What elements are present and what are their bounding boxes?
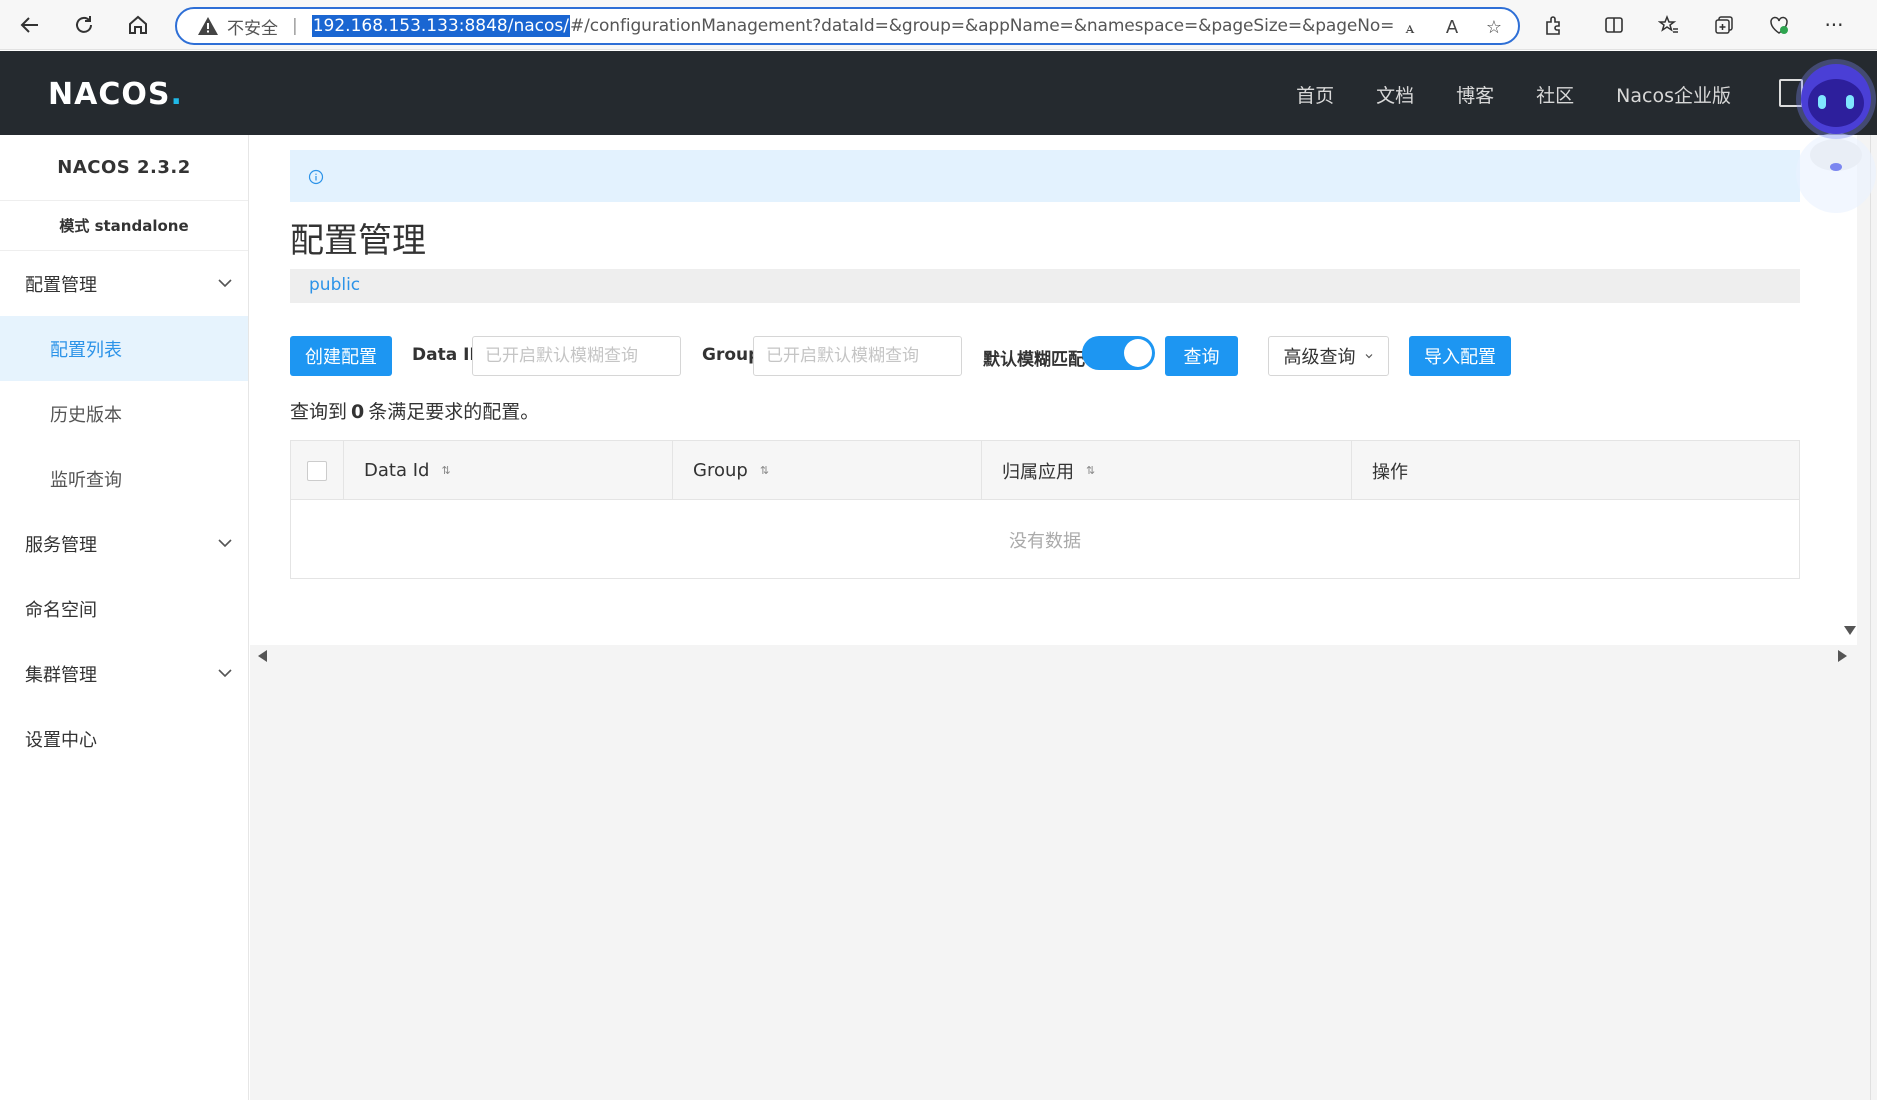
extensions-icon[interactable] (1535, 7, 1571, 43)
warning-icon (198, 17, 218, 35)
empty-state: 没有数据 (1009, 531, 1081, 552)
chevron-down-icon (218, 669, 232, 678)
favorite-star-icon[interactable]: ☆ (1480, 13, 1508, 41)
config-table: Data Id ⇅ Group ⇅ 归属应用 ⇅ 操作 没有数据 (290, 440, 1800, 579)
sidebar-item-label: 集群管理 (25, 664, 97, 686)
result-count: 0 (351, 401, 365, 423)
scroll-left-icon[interactable] (258, 650, 267, 662)
sidebar-item-history[interactable]: 历史版本 (0, 381, 248, 446)
address-separator: | (292, 16, 298, 36)
nav-blog[interactable]: 博客 (1456, 81, 1494, 108)
result-summary: 查询到 0 条满足要求的配置。 (290, 401, 540, 423)
nacos-logo[interactable]: NACOS. (48, 77, 183, 112)
browser-chrome: 不安全 | 192.168.153.133:8848/nacos/ #/conf… (0, 0, 1877, 50)
import-config-button[interactable]: 导入配置 (1409, 336, 1511, 376)
sidebar-item-label: 监听查询 (50, 469, 122, 491)
main-content: 配置管理 public 创建配置 Data ID Group 默认模糊匹配 查询… (250, 135, 1877, 1100)
sort-icon[interactable]: ⇅ (1086, 464, 1095, 477)
search-button[interactable]: 查询 (1165, 336, 1238, 376)
version-title: NACOS 2.3.2 (0, 135, 248, 201)
more-menu-icon[interactable]: ··· (1816, 7, 1852, 43)
column-header-group[interactable]: Group ⇅ (673, 441, 982, 500)
column-header-app[interactable]: 归属应用 ⇅ (982, 441, 1352, 500)
mode-label: 模式 standalone (0, 201, 248, 251)
fuzzy-match-toggle[interactable] (1082, 336, 1155, 370)
column-header-actions: 操作 (1372, 461, 1408, 483)
sort-icon[interactable]: ⇅ (441, 464, 450, 477)
reload-icon[interactable] (66, 7, 102, 43)
select-all-cell (291, 441, 344, 500)
table-header: Data Id ⇅ Group ⇅ 归属应用 ⇅ 操作 (291, 441, 1799, 500)
favorites-icon[interactable] (1651, 7, 1687, 43)
info-notice (290, 150, 1800, 202)
sidebar-item-label: 命名空间 (25, 599, 97, 621)
url-selected: 192.168.153.133:8848/nacos/ (311, 15, 570, 37)
nav-home[interactable]: 首页 (1296, 81, 1334, 108)
sidebar-item-listener-query[interactable]: 监听查询 (0, 446, 248, 511)
split-screen-icon[interactable] (1596, 7, 1632, 43)
content-panel: 配置管理 public 创建配置 Data ID Group 默认模糊匹配 查询… (250, 135, 1857, 645)
top-nav: 首页 文档 博客 社区 Nacos企业版 (1296, 81, 1731, 108)
robot-assistant-icon[interactable] (1790, 55, 1877, 215)
scroll-right-icon[interactable] (1838, 650, 1847, 662)
sidebar-item-cluster-management[interactable]: 集群管理 (0, 641, 248, 706)
sidebar-item-label: 配置管理 (25, 274, 97, 296)
info-icon (308, 169, 324, 185)
home-icon[interactable] (120, 7, 156, 43)
group-label: Group (702, 345, 761, 365)
translate-icon[interactable]: ꭺ (1396, 13, 1424, 41)
group-input[interactable] (753, 336, 962, 376)
horizontal-scrollbar[interactable] (250, 645, 1857, 665)
scroll-down-icon[interactable] (1844, 626, 1856, 635)
nav-community[interactable]: 社区 (1536, 81, 1574, 108)
page-title: 配置管理 (290, 221, 426, 261)
namespace-bar: public (290, 269, 1800, 303)
sidebar-item-service-management[interactable]: 服务管理 (0, 511, 248, 576)
select-all-checkbox[interactable] (307, 460, 327, 481)
vertical-scrollbar-track[interactable] (1870, 135, 1871, 1100)
fuzzy-match-label: 默认模糊匹配 (983, 350, 1085, 370)
sidebar-item-label: 配置列表 (50, 339, 122, 361)
toggle-knob (1124, 339, 1152, 367)
sidebar-item-config-list[interactable]: 配置列表 (0, 316, 248, 381)
advanced-search-button[interactable]: 高级查询 (1268, 336, 1389, 376)
namespace-public[interactable]: public (309, 275, 360, 295)
app-header: NACOS. 首页 文档 博客 社区 Nacos企业版 (0, 51, 1877, 135)
sidebar-item-config-management[interactable]: 配置管理 (0, 251, 248, 316)
chevron-down-icon (218, 279, 232, 288)
url-rest: #/configurationManagement?dataId=&group=… (569, 16, 1395, 36)
address-bar[interactable]: 不安全 | 192.168.153.133:8848/nacos/ #/conf… (175, 7, 1520, 45)
column-header-dataid[interactable]: Data Id ⇅ (344, 441, 673, 500)
browser-essentials-icon[interactable] (1761, 7, 1797, 43)
create-config-button[interactable]: 创建配置 (290, 336, 392, 376)
advanced-search-label: 高级查询 (1283, 347, 1356, 367)
sort-icon[interactable]: ⇅ (760, 464, 769, 477)
sidebar-item-label: 服务管理 (25, 534, 97, 556)
collections-icon[interactable] (1706, 7, 1742, 43)
nav-enterprise[interactable]: Nacos企业版 (1616, 81, 1731, 108)
sidebar-item-label: 历史版本 (50, 404, 122, 426)
insecure-label: 不安全 (227, 18, 278, 39)
read-aloud-icon[interactable]: A (1438, 13, 1466, 41)
sidebar: NACOS 2.3.2 模式 standalone 配置管理 配置列表 历史版本… (0, 135, 249, 1100)
dataid-input[interactable] (472, 336, 681, 376)
nav-docs[interactable]: 文档 (1376, 81, 1414, 108)
sidebar-item-label: 设置中心 (25, 729, 97, 751)
address-actions: ꭺ A ☆ (1396, 13, 1508, 41)
chevron-down-icon (218, 539, 232, 548)
sidebar-item-namespace[interactable]: 命名空间 (0, 576, 248, 641)
chevron-down-icon (1365, 354, 1372, 359)
back-icon[interactable] (12, 7, 48, 43)
sidebar-item-settings[interactable]: 设置中心 (0, 706, 248, 771)
search-toolbar: 创建配置 Data ID Group 默认模糊匹配 查询 高级查询 导入配置 (290, 336, 1800, 376)
